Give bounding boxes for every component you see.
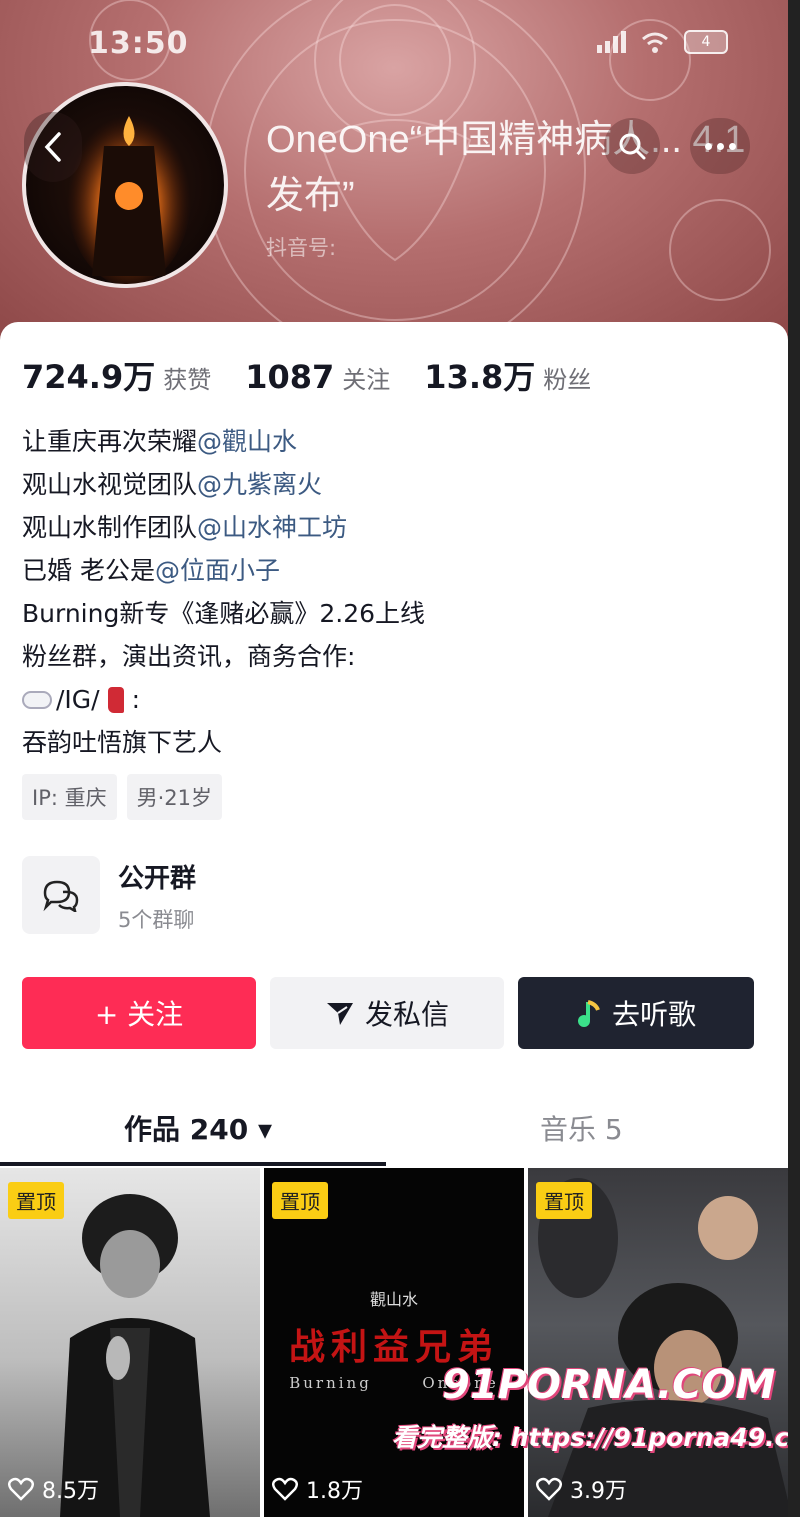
video-likes-count: 1.8万 bbox=[306, 1479, 363, 1504]
video-tile[interactable]: 置顶 3.9万 bbox=[528, 1168, 788, 1517]
video-grid: 置顶 8.5万 置顶 觀山水 战利益兄弟 Burning Oneone 1.8万… bbox=[0, 1168, 788, 1517]
signal-icon bbox=[597, 31, 626, 53]
scarf-icon bbox=[107, 686, 124, 713]
likes-count: 724.9万 bbox=[22, 358, 156, 396]
bio-mention-link[interactable]: @觀山水 bbox=[197, 427, 297, 456]
bio-line: /IG/ : bbox=[22, 678, 425, 721]
tab-works[interactable]: 作品 240 ▾ bbox=[124, 1108, 272, 1148]
bio-text: 观山水制作团队 bbox=[22, 513, 198, 542]
message-label: 发私信 bbox=[364, 998, 449, 1031]
cloud-icon bbox=[22, 690, 52, 709]
chat-bubbles-icon bbox=[43, 880, 79, 912]
douyin-id: 抖音号: bbox=[266, 236, 337, 260]
following-label: 关注 bbox=[342, 366, 391, 394]
bio-text: 观山水视觉团队 bbox=[22, 470, 198, 499]
video-likes: 3.9万 bbox=[536, 1473, 627, 1505]
music-note-icon bbox=[577, 1000, 600, 1027]
likes-label: 获赞 bbox=[163, 366, 212, 394]
screen-edge bbox=[788, 0, 800, 1517]
bio-mention-link[interactable]: @九紫离火 bbox=[197, 470, 322, 499]
gender-age-tag: 男·21岁 bbox=[126, 774, 223, 820]
status-time: 13:50 bbox=[88, 26, 189, 61]
profile-name: OneOne“中国精神病人... 4.1发布” bbox=[266, 119, 746, 217]
profile-stats: 724.9万 获赞 1087 关注 13.8万 粉丝 bbox=[22, 352, 625, 398]
followers-label: 粉丝 bbox=[543, 366, 592, 394]
content-tabs: 作品 240 ▾ 音乐 5 bbox=[0, 1090, 788, 1168]
send-icon bbox=[326, 1003, 353, 1025]
heart-icon bbox=[272, 1477, 298, 1501]
profile-banner: 13:50 4 OneOne“中国精神病人... 4.1发布” 抖音号: bbox=[0, 0, 788, 340]
bio-text: /IG/ bbox=[56, 685, 100, 714]
profile-tags: IP: 重庆 男·21岁 bbox=[22, 774, 223, 820]
tab-music[interactable]: 音乐 5 bbox=[540, 1108, 623, 1148]
video-likes: 8.5万 bbox=[8, 1473, 99, 1505]
message-button[interactable]: 发私信 bbox=[270, 977, 504, 1049]
chevron-left-icon bbox=[44, 132, 61, 162]
status-icons: 4 bbox=[597, 30, 728, 54]
bio-line: 观山水制作团队@山水神工坊 bbox=[22, 506, 425, 549]
bio-line: 已婚 老公是@位面小子 bbox=[22, 549, 425, 592]
heart-icon bbox=[8, 1477, 34, 1501]
watermark-logo: 91PORNA.COM bbox=[442, 1362, 776, 1408]
pinned-badge: 置顶 bbox=[8, 1182, 64, 1219]
bio-line: 吞韵吐悟旗下艺人 bbox=[22, 728, 223, 757]
bio-line: 让重庆再次荣耀@觀山水 bbox=[22, 420, 425, 463]
ip-tag: IP: 重庆 bbox=[22, 774, 117, 820]
stat-following[interactable]: 1087 关注 bbox=[245, 358, 390, 396]
poster-subtitle: 觀山水 bbox=[369, 1290, 418, 1309]
bio-text: 已婚 老公是 bbox=[22, 556, 155, 585]
pinned-badge: 置顶 bbox=[536, 1182, 592, 1219]
pinned-badge: 置顶 bbox=[272, 1182, 328, 1219]
stat-followers[interactable]: 13.8万 粉丝 bbox=[424, 352, 591, 398]
listen-music-label: 去听歌 bbox=[611, 998, 696, 1031]
followers-count: 13.8万 bbox=[424, 358, 536, 396]
video-likes-count: 8.5万 bbox=[42, 1479, 99, 1504]
video-likes-count: 3.9万 bbox=[570, 1479, 627, 1504]
bio-mention-link[interactable]: @山水神工坊 bbox=[197, 513, 347, 542]
video-likes: 1.8万 bbox=[272, 1473, 363, 1505]
video-thumbnail bbox=[60, 1194, 210, 1517]
following-count: 1087 bbox=[245, 358, 335, 396]
profile-bio: 让重庆再次荣耀@觀山水 观山水视觉团队@九紫离火 观山水制作团队@山水神工坊 已… bbox=[22, 420, 425, 764]
bio-line: 粉丝群，演出资讯，商务合作: bbox=[22, 642, 356, 671]
listen-music-button[interactable]: 去听歌 bbox=[518, 977, 754, 1049]
stat-likes[interactable]: 724.9万 获赞 bbox=[22, 352, 211, 398]
bio-text: : bbox=[131, 685, 141, 714]
group-title[interactable]: 公开群 bbox=[118, 858, 196, 895]
follow-button[interactable]: + 关注 bbox=[22, 977, 256, 1049]
bio-line: 观山水视觉团队@九紫离火 bbox=[22, 463, 425, 506]
group-subtitle: 5个群聊 bbox=[118, 908, 195, 932]
more-button[interactable] bbox=[690, 118, 750, 174]
bio-line: Burning新专《逢赌必赢》2.26上线 bbox=[22, 599, 426, 628]
battery-icon: 4 bbox=[684, 30, 728, 54]
group-chat-entry[interactable] bbox=[22, 856, 100, 934]
search-button[interactable] bbox=[604, 118, 660, 174]
poster-credit: Burning bbox=[289, 1374, 372, 1392]
wifi-icon bbox=[642, 32, 668, 53]
video-tile[interactable]: 置顶 觀山水 战利益兄弟 Burning Oneone 1.8万 bbox=[264, 1168, 524, 1517]
watermark-url: 看完整版: https://91porna49.com bbox=[392, 1423, 800, 1452]
bio-mention-link[interactable]: @位面小子 bbox=[155, 556, 280, 585]
more-dots-icon bbox=[704, 142, 712, 150]
back-button[interactable] bbox=[24, 112, 82, 182]
bio-text: 让重庆再次荣耀 bbox=[22, 427, 198, 456]
heart-icon bbox=[536, 1477, 562, 1501]
video-tile[interactable]: 置顶 8.5万 bbox=[0, 1168, 260, 1517]
search-icon bbox=[619, 133, 646, 160]
tab-active-indicator bbox=[0, 1162, 386, 1166]
video-thumbnail bbox=[538, 1178, 788, 1517]
